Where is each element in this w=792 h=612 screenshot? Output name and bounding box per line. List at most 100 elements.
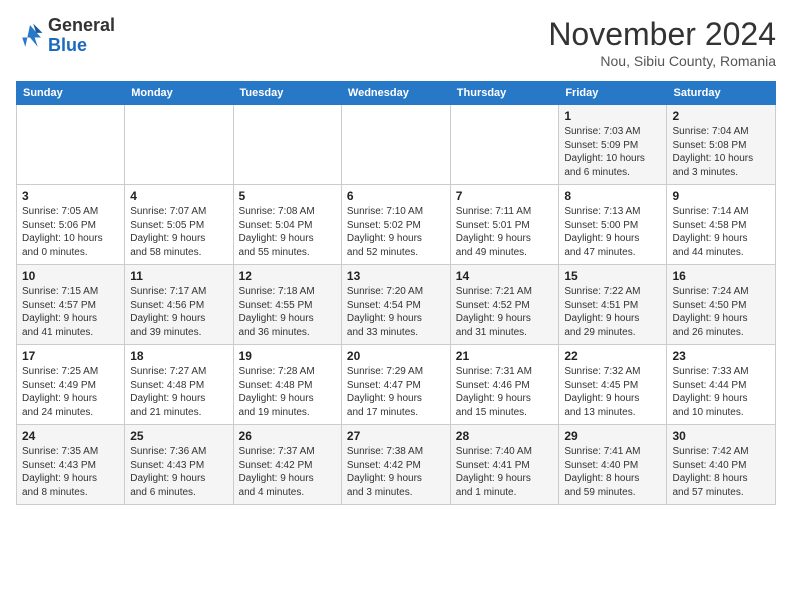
- weekday-header-monday: Monday: [125, 82, 233, 105]
- day-number: 3: [22, 189, 119, 203]
- calendar-header: SundayMondayTuesdayWednesdayThursdayFrid…: [17, 82, 776, 105]
- day-number: 30: [672, 429, 770, 443]
- calendar-cell: 28 Sunrise: 7:40 AM Sunset: 4:41 PM Dayli…: [450, 425, 559, 505]
- day-info: Sunrise: 7:33 AM Sunset: 4:44 PM Dayligh…: [672, 365, 770, 419]
- day-info: Sunrise: 7:14 AM Sunset: 4:58 PM Dayligh…: [672, 205, 770, 259]
- day-number: 13: [347, 269, 445, 283]
- calendar-cell: 11 Sunrise: 7:17 AM Sunset: 4:56 PM Dayli…: [125, 265, 233, 345]
- calendar-cell: 5 Sunrise: 7:08 AM Sunset: 5:04 PM Daylig…: [233, 185, 341, 265]
- calendar-cell: 8 Sunrise: 7:13 AM Sunset: 5:00 PM Daylig…: [559, 185, 667, 265]
- day-number: 20: [347, 349, 445, 363]
- month-title: November 2024: [548, 16, 776, 53]
- day-info: Sunrise: 7:36 AM Sunset: 4:43 PM Dayligh…: [130, 445, 227, 499]
- day-info: Sunrise: 7:42 AM Sunset: 4:40 PM Dayligh…: [672, 445, 770, 499]
- calendar-cell: 17Sunrise: 7:25 AM Sunset: 4:49 PM Dayli…: [17, 345, 125, 425]
- day-number: 6: [347, 189, 445, 203]
- day-info: Sunrise: 7:38 AM Sunset: 4:42 PM Dayligh…: [347, 445, 445, 499]
- day-info: Sunrise: 7:15 AM Sunset: 4:57 PM Dayligh…: [22, 285, 119, 339]
- calendar-cell: 27 Sunrise: 7:38 AM Sunset: 4:42 PM Dayli…: [341, 425, 450, 505]
- calendar-cell: [341, 105, 450, 185]
- logo: General Blue: [16, 16, 115, 56]
- day-number: 21: [456, 349, 554, 363]
- weekday-header-wednesday: Wednesday: [341, 82, 450, 105]
- day-info: Sunrise: 7:29 AM Sunset: 4:47 PM Dayligh…: [347, 365, 445, 419]
- day-info: Sunrise: 7:20 AM Sunset: 4:54 PM Dayligh…: [347, 285, 445, 339]
- day-info: Sunrise: 7:17 AM Sunset: 4:56 PM Dayligh…: [130, 285, 227, 339]
- day-number: 25: [130, 429, 227, 443]
- day-info: Sunrise: 7:13 AM Sunset: 5:00 PM Dayligh…: [564, 205, 661, 259]
- day-info: Sunrise: 7:32 AM Sunset: 4:45 PM Dayligh…: [564, 365, 661, 419]
- logo-general-text: General: [48, 15, 115, 35]
- day-info: Sunrise: 7:28 AM Sunset: 4:48 PM Dayligh…: [239, 365, 336, 419]
- calendar-cell: 26 Sunrise: 7:37 AM Sunset: 4:42 PM Dayli…: [233, 425, 341, 505]
- weekday-header-row: SundayMondayTuesdayWednesdayThursdayFrid…: [17, 82, 776, 105]
- calendar-cell: [17, 105, 125, 185]
- calendar-body: 1Sunrise: 7:03 AM Sunset: 5:09 PM Daylig…: [17, 105, 776, 505]
- calendar-cell: 19 Sunrise: 7:28 AM Sunset: 4:48 PM Dayli…: [233, 345, 341, 425]
- calendar-cell: 25 Sunrise: 7:36 AM Sunset: 4:43 PM Dayli…: [125, 425, 233, 505]
- calendar-cell: 13 Sunrise: 7:20 AM Sunset: 4:54 PM Dayli…: [341, 265, 450, 345]
- day-info: Sunrise: 7:04 AM Sunset: 5:08 PM Dayligh…: [672, 125, 770, 179]
- calendar-cell: 7 Sunrise: 7:11 AM Sunset: 5:01 PM Daylig…: [450, 185, 559, 265]
- day-info: Sunrise: 7:27 AM Sunset: 4:48 PM Dayligh…: [130, 365, 227, 419]
- day-number: 18: [130, 349, 227, 363]
- calendar-cell: 1Sunrise: 7:03 AM Sunset: 5:09 PM Daylig…: [559, 105, 667, 185]
- calendar-cell: 15Sunrise: 7:22 AM Sunset: 4:51 PM Dayli…: [559, 265, 667, 345]
- location-text: Nou, Sibiu County, Romania: [548, 53, 776, 69]
- day-number: 26: [239, 429, 336, 443]
- day-info: Sunrise: 7:35 AM Sunset: 4:43 PM Dayligh…: [22, 445, 119, 499]
- day-info: Sunrise: 7:24 AM Sunset: 4:50 PM Dayligh…: [672, 285, 770, 339]
- weekday-header-sunday: Sunday: [17, 82, 125, 105]
- day-number: 11: [130, 269, 227, 283]
- day-number: 28: [456, 429, 554, 443]
- calendar-cell: 14 Sunrise: 7:21 AM Sunset: 4:52 PM Dayli…: [450, 265, 559, 345]
- day-info: Sunrise: 7:25 AM Sunset: 4:49 PM Dayligh…: [22, 365, 119, 419]
- day-number: 16: [672, 269, 770, 283]
- calendar-cell: [125, 105, 233, 185]
- day-info: Sunrise: 7:18 AM Sunset: 4:55 PM Dayligh…: [239, 285, 336, 339]
- day-number: 2: [672, 109, 770, 123]
- calendar-cell: [233, 105, 341, 185]
- calendar-cell: 3Sunrise: 7:05 AM Sunset: 5:06 PM Daylig…: [17, 185, 125, 265]
- calendar-week-2: 3Sunrise: 7:05 AM Sunset: 5:06 PM Daylig…: [17, 185, 776, 265]
- weekday-header-tuesday: Tuesday: [233, 82, 341, 105]
- day-info: Sunrise: 7:10 AM Sunset: 5:02 PM Dayligh…: [347, 205, 445, 259]
- calendar-cell: 2 Sunrise: 7:04 AM Sunset: 5:08 PM Daylig…: [667, 105, 776, 185]
- calendar-week-1: 1Sunrise: 7:03 AM Sunset: 5:09 PM Daylig…: [17, 105, 776, 185]
- calendar-cell: 20 Sunrise: 7:29 AM Sunset: 4:47 PM Dayli…: [341, 345, 450, 425]
- calendar-cell: 12Sunrise: 7:18 AM Sunset: 4:55 PM Dayli…: [233, 265, 341, 345]
- day-number: 5: [239, 189, 336, 203]
- day-number: 10: [22, 269, 119, 283]
- calendar-cell: 30 Sunrise: 7:42 AM Sunset: 4:40 PM Dayli…: [667, 425, 776, 505]
- title-block: November 2024 Nou, Sibiu County, Romania: [548, 16, 776, 69]
- day-number: 19: [239, 349, 336, 363]
- day-number: 23: [672, 349, 770, 363]
- weekday-header-saturday: Saturday: [667, 82, 776, 105]
- day-number: 8: [564, 189, 661, 203]
- day-number: 15: [564, 269, 661, 283]
- calendar-cell: 22Sunrise: 7:32 AM Sunset: 4:45 PM Dayli…: [559, 345, 667, 425]
- weekday-header-friday: Friday: [559, 82, 667, 105]
- day-info: Sunrise: 7:08 AM Sunset: 5:04 PM Dayligh…: [239, 205, 336, 259]
- day-info: Sunrise: 7:40 AM Sunset: 4:41 PM Dayligh…: [456, 445, 554, 499]
- calendar-cell: 29Sunrise: 7:41 AM Sunset: 4:40 PM Dayli…: [559, 425, 667, 505]
- calendar-table: SundayMondayTuesdayWednesdayThursdayFrid…: [16, 81, 776, 505]
- calendar-cell: 6 Sunrise: 7:10 AM Sunset: 5:02 PM Daylig…: [341, 185, 450, 265]
- day-number: 7: [456, 189, 554, 203]
- calendar-week-3: 10 Sunrise: 7:15 AM Sunset: 4:57 PM Dayli…: [17, 265, 776, 345]
- day-info: Sunrise: 7:11 AM Sunset: 5:01 PM Dayligh…: [456, 205, 554, 259]
- calendar-cell: 24 Sunrise: 7:35 AM Sunset: 4:43 PM Dayli…: [17, 425, 125, 505]
- day-number: 27: [347, 429, 445, 443]
- page-header: General Blue November 2024 Nou, Sibiu Co…: [16, 16, 776, 69]
- calendar-cell: [450, 105, 559, 185]
- day-number: 24: [22, 429, 119, 443]
- day-number: 9: [672, 189, 770, 203]
- logo-icon: [16, 22, 44, 50]
- day-info: Sunrise: 7:07 AM Sunset: 5:05 PM Dayligh…: [130, 205, 227, 259]
- logo-blue-text: Blue: [48, 35, 87, 55]
- day-number: 14: [456, 269, 554, 283]
- calendar-cell: 18 Sunrise: 7:27 AM Sunset: 4:48 PM Dayli…: [125, 345, 233, 425]
- calendar-cell: 16 Sunrise: 7:24 AM Sunset: 4:50 PM Dayli…: [667, 265, 776, 345]
- day-info: Sunrise: 7:21 AM Sunset: 4:52 PM Dayligh…: [456, 285, 554, 339]
- day-info: Sunrise: 7:37 AM Sunset: 4:42 PM Dayligh…: [239, 445, 336, 499]
